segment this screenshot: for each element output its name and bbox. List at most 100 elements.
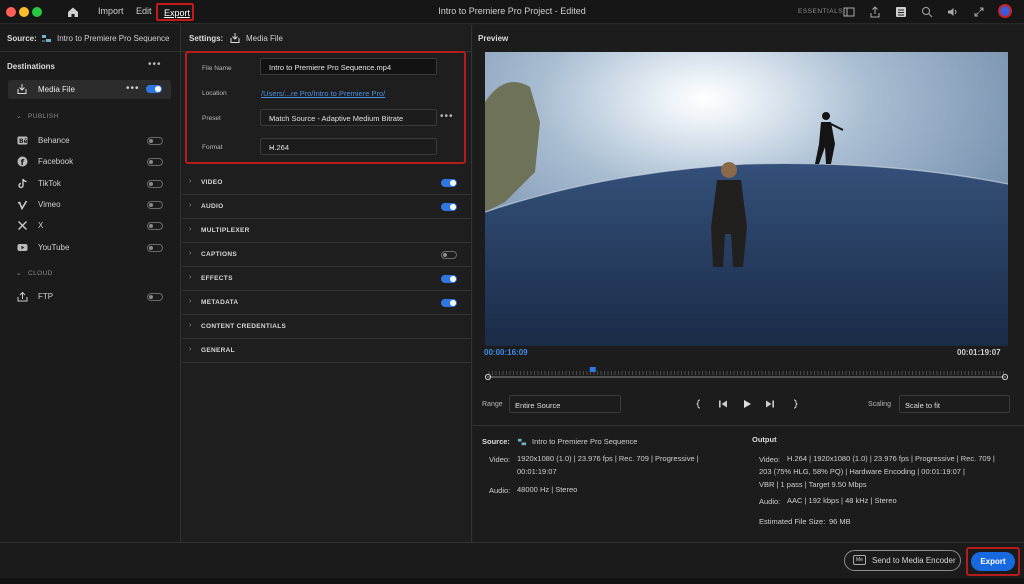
summary-divider — [473, 425, 1024, 426]
destination-youtube[interactable]: YouTube — [17, 241, 167, 255]
destination-behance[interactable]: Bē Behance — [17, 134, 167, 148]
behance-icon: Bē — [17, 136, 28, 145]
preview-title: Preview — [478, 34, 509, 43]
playhead — [589, 367, 596, 372]
section-captions[interactable]: › CAPTIONS — [182, 243, 472, 267]
current-timecode[interactable]: 00:00:16:09 — [484, 348, 528, 357]
chevron-right-icon: › — [189, 202, 192, 209]
scaling-label: Scaling — [868, 401, 891, 408]
section-multiplexer[interactable]: › MULTIPLEXER — [182, 219, 472, 243]
youtube-toggle[interactable] — [147, 244, 163, 252]
timeline-ruler[interactable] — [485, 367, 1008, 383]
section-general[interactable]: › GENERAL — [182, 339, 472, 363]
tiktok-toggle[interactable] — [147, 180, 163, 188]
facebook-label: Facebook — [38, 157, 74, 166]
metadata-toggle[interactable] — [441, 299, 457, 307]
format-label: Format — [202, 144, 223, 151]
range-select[interactable]: Entire Source ⌄ — [509, 395, 621, 413]
preview-video-frame — [485, 52, 1008, 346]
x-toggle[interactable] — [147, 222, 163, 230]
share-icon[interactable] — [868, 5, 882, 19]
destination-ftp[interactable]: FTP — [17, 290, 167, 304]
file-name-input[interactable]: Intro to Premiere Pro Sequence.mp4 — [260, 58, 437, 75]
vimeo-label: Vimeo — [38, 200, 61, 209]
file-name-value: Intro to Premiere Pro Sequence.mp4 — [269, 63, 392, 72]
set-out-point-icon[interactable] — [787, 398, 799, 410]
section-audio[interactable]: › AUDIO — [182, 195, 472, 219]
vimeo-icon — [17, 200, 28, 210]
workspace-menu[interactable]: ESSENTIALS — [798, 8, 843, 15]
user-avatar[interactable] — [998, 4, 1012, 18]
youtube-icon — [17, 244, 28, 251]
quick-search-icon[interactable] — [920, 5, 934, 19]
x-label: X — [38, 221, 44, 230]
volume-icon[interactable] — [946, 5, 960, 19]
behance-toggle[interactable] — [147, 137, 163, 145]
preset-more-button[interactable]: ••• — [440, 111, 454, 122]
send-to-media-encoder-button[interactable]: Me Send to Media Encoder — [844, 550, 961, 571]
section-multiplexer-label: MULTIPLEXER — [201, 227, 250, 234]
panel-icon[interactable] — [842, 5, 856, 19]
preset-select[interactable]: Match Source - Adaptive Medium Bitrate ⌄ — [260, 109, 437, 126]
section-metadata[interactable]: › METADATA — [182, 291, 472, 315]
effects-toggle[interactable] — [441, 275, 457, 283]
publish-section-header[interactable]: ⌄ PUBLISH — [16, 112, 59, 120]
export-button[interactable]: Export — [971, 552, 1015, 571]
source-label: Source: — [7, 34, 37, 43]
settings-header: Settings: Media File — [182, 25, 472, 52]
destination-tiktok[interactable]: TikTok — [17, 177, 167, 191]
chevron-down-icon: ⌄ — [515, 401, 521, 408]
svg-text:Bē: Bē — [19, 138, 28, 145]
settings-sliders-icon[interactable] — [894, 5, 908, 19]
location-link[interactable]: /Users/...re Pro/Intro to Premiere Pro/ — [261, 89, 385, 98]
fullscreen-icon[interactable] — [972, 5, 986, 19]
media-file-toggle[interactable] — [146, 85, 162, 93]
summary-source-video-line1: 1920x1080 (1.0) | 23.976 fps | Rec. 709 … — [517, 454, 699, 463]
vimeo-toggle[interactable] — [147, 201, 163, 209]
media-encoder-icon: Me — [853, 555, 866, 565]
chevron-down-icon: ⌄ — [905, 401, 911, 408]
scaling-select[interactable]: Scale to fit ⌄ — [899, 395, 1010, 413]
svg-text:f: f — [21, 158, 25, 167]
facebook-toggle[interactable] — [147, 158, 163, 166]
section-video[interactable]: › VIDEO — [182, 171, 472, 195]
summary-source-audio-label: Audio: — [489, 486, 511, 495]
chevron-right-icon: › — [189, 274, 192, 281]
chevron-down-icon: ⌄ — [269, 144, 275, 151]
chevron-right-icon: › — [189, 178, 192, 185]
step-back-icon[interactable] — [717, 398, 729, 410]
section-captions-label: CAPTIONS — [201, 251, 237, 258]
format-select[interactable]: H.264 ⌄ — [260, 138, 437, 155]
chevron-right-icon: › — [189, 322, 192, 329]
cloud-header-label: CLOUD — [28, 270, 53, 277]
section-effects[interactable]: › EFFECTS — [182, 267, 472, 291]
set-in-point-icon[interactable] — [695, 398, 707, 410]
play-icon[interactable] — [741, 398, 753, 410]
chevron-down-icon: ⌄ — [269, 115, 275, 122]
summary-output-audio-label: Audio: — [759, 497, 781, 506]
section-content-credentials[interactable]: › CONTENT CREDENTIALS — [182, 315, 472, 339]
range-label: Range — [482, 401, 503, 408]
chevron-right-icon: › — [189, 226, 192, 233]
destination-x[interactable]: X — [17, 219, 167, 233]
destinations-more-button[interactable]: ••• — [148, 59, 162, 70]
ftp-label: FTP — [38, 292, 54, 301]
captions-toggle[interactable] — [441, 251, 457, 259]
chevron-down-icon: ⌄ — [16, 113, 22, 120]
destination-vimeo[interactable]: Vimeo — [17, 198, 167, 212]
file-size-value: 96 MB — [829, 517, 851, 526]
ftp-toggle[interactable] — [147, 293, 163, 301]
summary-output-audio: AAC | 192 kbps | 48 kHz | Stereo — [787, 496, 897, 505]
cloud-section-header[interactable]: ⌄ CLOUD — [16, 269, 53, 277]
destination-media-file[interactable]: Media File ••• — [8, 80, 171, 99]
summary-output-video-line2: 203 (75% HLG, 58% PQ) | Hardware Encodin… — [759, 467, 965, 476]
summary-source-video-label: Video: — [489, 455, 511, 464]
destination-facebook[interactable]: f Facebook — [17, 155, 167, 169]
audio-toggle[interactable] — [441, 203, 457, 211]
tiktok-icon — [18, 178, 27, 189]
media-file-more-button[interactable]: ••• — [126, 83, 140, 94]
x-icon — [18, 221, 27, 230]
step-forward-icon[interactable] — [764, 398, 776, 410]
video-toggle[interactable] — [441, 179, 457, 187]
destinations-panel: Source: Intro to Premiere Pro Sequence D… — [0, 25, 181, 542]
